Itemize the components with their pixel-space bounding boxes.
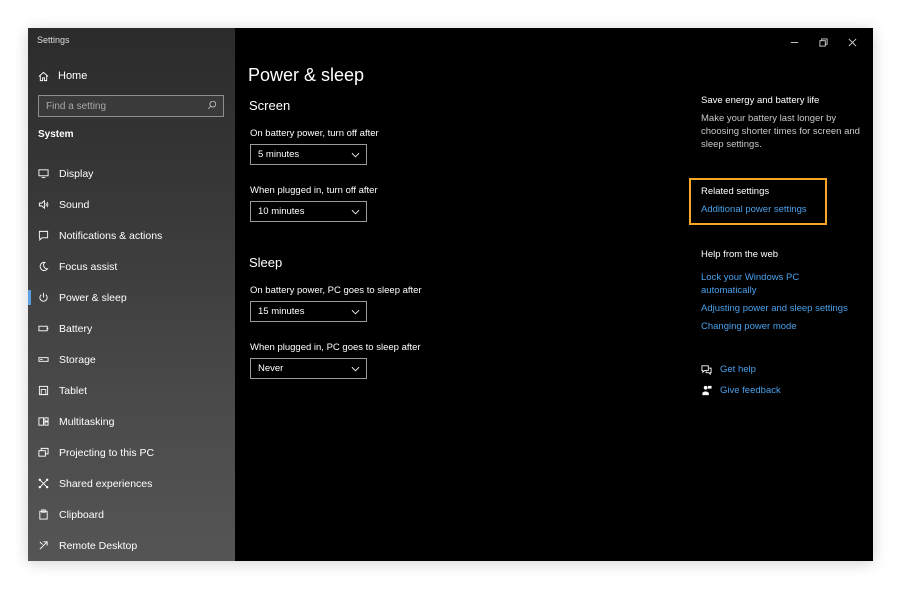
search-icon[interactable] — [207, 100, 217, 113]
dropdown-value: 10 minutes — [258, 206, 305, 217]
sleep-plugged-label: When plugged in, PC goes to sleep after — [250, 342, 421, 353]
chevron-down-icon — [351, 209, 360, 214]
give-feedback-link[interactable]: Give feedback — [701, 385, 781, 396]
save-energy-text: Make your battery last longer by choosin… — [701, 113, 860, 150]
clipboard-icon — [38, 509, 49, 521]
restore-icon — [819, 37, 828, 47]
notification-icon — [38, 230, 49, 242]
sidebar-item-display[interactable]: Display — [28, 158, 235, 189]
restore-button[interactable] — [809, 32, 838, 52]
sidebar-item-power-sleep[interactable]: Power & sleep — [28, 282, 235, 313]
sidebar-item-label: Clipboard — [59, 508, 104, 521]
sleep-section-title: Sleep — [249, 255, 283, 270]
sidebar-item-storage[interactable]: Storage — [28, 344, 235, 375]
sleep-plugged-dropdown[interactable]: Never — [250, 358, 367, 379]
chat-help-icon — [701, 365, 712, 375]
monitor-icon — [38, 168, 49, 180]
multitasking-icon — [38, 416, 49, 428]
sidebar-item-label: Notifications & actions — [59, 229, 163, 242]
screen-battery-dropdown[interactable]: 5 minutes — [250, 144, 367, 165]
sidebar-item-shared-experiences[interactable]: Shared experiences — [28, 468, 235, 499]
sidebar-item-projecting[interactable]: Projecting to this PC — [28, 437, 235, 468]
page-title: Power & sleep — [248, 65, 365, 85]
window-controls — [780, 32, 867, 52]
minimize-button[interactable] — [780, 32, 809, 52]
chevron-down-icon — [351, 152, 360, 157]
sidebar-item-tablet[interactable]: Tablet — [28, 375, 235, 406]
sidebar-item-label: Remote Desktop — [59, 539, 138, 552]
sidebar-item-label: Shared experiences — [59, 477, 153, 490]
sidebar-item-label: Battery — [59, 322, 93, 335]
give-feedback-label: Give feedback — [720, 385, 781, 396]
sidebar-item-focus-assist[interactable]: Focus assist — [28, 251, 235, 282]
sidebar-item-label: Projecting to this PC — [59, 446, 155, 459]
help-link-adjusting-power[interactable]: Adjusting power and sleep settings — [701, 302, 848, 315]
shared-icon — [38, 478, 49, 490]
power-icon — [38, 292, 49, 304]
screen-plugged-dropdown[interactable]: 10 minutes — [250, 201, 367, 222]
sidebar-item-remote-desktop[interactable]: Remote Desktop — [28, 530, 235, 561]
related-settings-heading: Related settings — [701, 186, 770, 197]
app-title: Settings — [37, 35, 70, 45]
sidebar-item-label: Multitasking — [59, 415, 115, 428]
projecting-icon — [38, 447, 49, 459]
sidebar-item-notifications[interactable]: Notifications & actions — [28, 220, 235, 251]
home-label: Home — [58, 70, 88, 82]
home-icon — [38, 70, 49, 82]
sidebar-item-multitasking[interactable]: Multitasking — [28, 406, 235, 437]
sidebar-item-label: Power & sleep — [59, 291, 127, 304]
screen-plugged-label: When plugged in, turn off after — [250, 185, 378, 196]
get-help-label: Get help — [720, 364, 756, 375]
sidebar-item-label: Sound — [59, 198, 90, 211]
home-nav-item[interactable]: Home — [38, 68, 87, 84]
screen-section-title: Screen — [249, 98, 291, 113]
save-energy-heading: Save energy and battery life — [701, 95, 820, 106]
settings-window: Settings Home System Display Sound — [28, 28, 873, 561]
remote-desktop-icon — [38, 540, 49, 552]
sidebar-item-label: Storage — [59, 353, 96, 366]
section-label-system: System — [38, 129, 74, 140]
dropdown-value: 15 minutes — [258, 306, 305, 317]
dropdown-value: 5 minutes — [258, 149, 300, 160]
moon-icon — [38, 261, 49, 273]
search-input[interactable] — [46, 100, 196, 112]
storage-icon — [38, 354, 49, 366]
close-icon — [848, 38, 857, 46]
sidebar-nav-list: Display Sound Notifications & actions Fo… — [28, 158, 235, 561]
sleep-battery-label: On battery power, PC goes to sleep after — [250, 285, 422, 296]
sidebar-item-clipboard[interactable]: Clipboard — [28, 499, 235, 530]
help-from-web-heading: Help from the web — [701, 249, 779, 260]
sidebar-item-battery[interactable]: Battery — [28, 313, 235, 344]
sidebar-item-label: Focus assist — [59, 260, 118, 273]
main-content: Power & sleep Screen On battery power, t… — [235, 28, 873, 561]
additional-power-settings-link[interactable]: Additional power settings — [701, 203, 807, 216]
screen-battery-label: On battery power, turn off after — [250, 128, 379, 139]
help-link-lock-pc[interactable]: Lock your Windows PC automatically — [701, 271, 811, 297]
tablet-icon — [38, 385, 49, 397]
sleep-battery-dropdown[interactable]: 15 minutes — [250, 301, 367, 322]
sidebar-item-sound[interactable]: Sound — [28, 189, 235, 220]
chevron-down-icon — [351, 309, 360, 314]
search-box[interactable] — [38, 95, 224, 117]
chevron-down-icon — [351, 366, 360, 371]
battery-icon — [38, 323, 49, 335]
dropdown-value: Never — [258, 363, 284, 374]
feedback-icon — [702, 385, 712, 396]
speaker-icon — [38, 199, 49, 211]
sidebar-item-label: Display — [59, 167, 94, 180]
close-button[interactable] — [838, 32, 867, 52]
help-link-changing-power-mode[interactable]: Changing power mode — [701, 320, 797, 333]
sidebar-item-label: Tablet — [59, 384, 88, 397]
get-help-link[interactable]: Get help — [701, 364, 756, 375]
minimize-icon — [790, 41, 799, 43]
sidebar: Settings Home System Display Sound — [28, 28, 235, 561]
